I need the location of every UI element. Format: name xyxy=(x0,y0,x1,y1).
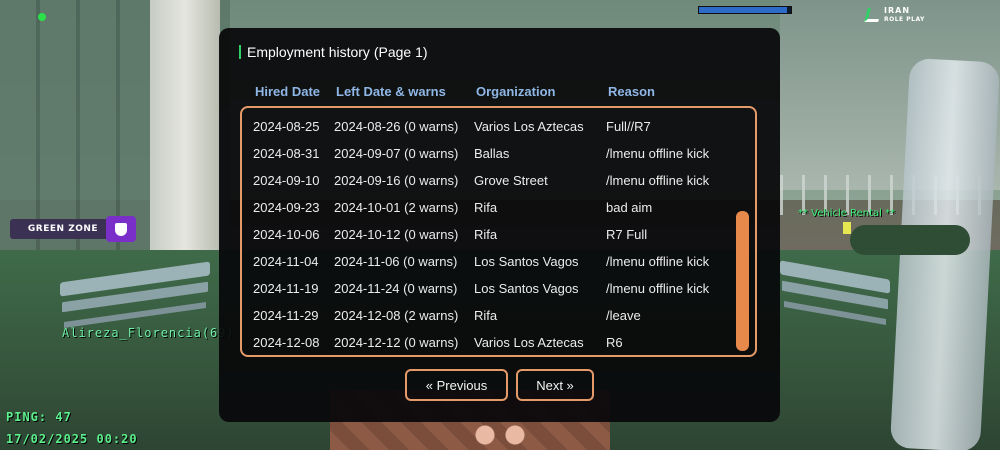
cell-reason: /lmenu offline kick xyxy=(606,281,710,296)
cell-hired-date: 2024-11-29 xyxy=(253,308,319,323)
datetime-readout: 17/02/2025 00:20 xyxy=(6,432,138,446)
server-logo: IRAN ROLE PLAY xyxy=(864,6,936,28)
cell-left-date: 2024-12-12 (0 warns) xyxy=(334,335,459,350)
cell-hired-date: 2024-11-19 xyxy=(253,281,319,296)
table-row[interactable]: 2024-12-08 2024-12-12 (0 warns) Varios Los… xyxy=(242,329,755,355)
shield-icon xyxy=(106,216,136,242)
cell-left-date: 2024-11-24 (0 warns) xyxy=(334,281,458,296)
next-page-button[interactable]: Next » xyxy=(516,369,594,401)
cell-organization: Los Santos Vagos xyxy=(474,281,579,296)
cell-organization: Rifa xyxy=(474,200,498,215)
zone-badge: GREEN ZONE xyxy=(10,219,116,239)
cell-reason: R7 Full xyxy=(606,227,648,242)
health-bar-fill xyxy=(699,7,788,13)
cell-hired-date: 2024-11-04 xyxy=(253,254,319,269)
cell-reason: /lmenu offline kick xyxy=(606,146,710,161)
table-row[interactable]: 2024-11-04 2024-11-06 (0 warns) Los Santos… xyxy=(242,248,755,275)
cell-left-date: 2024-10-01 (2 warns) xyxy=(334,200,459,215)
cell-left-date: 2024-10-12 (0 warns) xyxy=(334,227,459,242)
column-header-left-date: Left Date & warns xyxy=(336,84,446,99)
table-scrollbar[interactable] xyxy=(736,211,749,351)
column-header-organization: Organization xyxy=(476,84,556,99)
table-row[interactable]: 2024-11-29 2024-12-08 (2 warns) Rifa/leave xyxy=(242,302,755,329)
dialog-title: Employment history (Page 1) xyxy=(247,44,428,60)
cell-hired-date: 2024-09-10 xyxy=(253,173,320,188)
health-bar xyxy=(698,6,792,14)
cell-left-date: 2024-12-08 (2 warns) xyxy=(334,308,459,323)
table-row[interactable]: 2024-09-23 2024-10-01 (2 warns) Rifa bad ai… xyxy=(242,194,755,221)
table-row[interactable]: 2024-09-10 2024-09-16 (0 warns) Grove Stre… xyxy=(242,167,755,194)
table-row[interactable]: 2024-08-25 2024-08-26 (0 warns) Varios Los… xyxy=(242,113,755,140)
table-row[interactable]: 2024-10-06 2024-10-12 (0 warns) Rifa R7 Ful… xyxy=(242,221,755,248)
cell-reason: /lmenu offline kick xyxy=(606,254,710,269)
column-header-reason: Reason xyxy=(608,84,655,99)
previous-page-button[interactable]: « Previous xyxy=(405,369,508,401)
employment-history-dialog: Employment history (Page 1) Hired Date L… xyxy=(219,28,780,422)
server-logo-line1: IRAN xyxy=(884,6,911,15)
cell-left-date: 2024-09-07 (0 warns) xyxy=(334,146,459,161)
vehicle-rental-label: ** Vehicle Rental ** xyxy=(798,208,896,219)
cell-left-date: 2024-09-16 (0 warns) xyxy=(334,173,459,188)
player-character xyxy=(470,420,530,450)
column-header-hired-date: Hired Date xyxy=(255,84,321,99)
vehicle-rental-pickup-icon xyxy=(843,222,851,234)
cell-organization: Grove Street xyxy=(474,173,548,188)
player-nametag: Alireza_Florencia(69) xyxy=(62,326,235,340)
server-logo-line2: ROLE PLAY xyxy=(884,16,925,23)
cell-organization: Rifa xyxy=(474,308,498,323)
table-row[interactable]: 2024-08-31 2024-09-07 (0 warns) Ballas/lme… xyxy=(242,140,755,167)
status-dot-icon xyxy=(38,13,46,21)
history-table[interactable]: 2024-12-08 2024-12-12 (0 warns) Varios Los… xyxy=(240,106,757,357)
cell-organization: Ballas xyxy=(474,146,510,161)
cell-reason: /lmenu offline kick xyxy=(606,173,710,188)
cell-hired-date: 2024-10-06 xyxy=(253,227,320,242)
background-bush xyxy=(850,225,970,255)
cell-reason: bad aim xyxy=(606,200,653,215)
cell-organization: Los Santos Vagos xyxy=(474,254,579,269)
cell-organization: Rifa xyxy=(474,227,498,242)
dialog-title-wrap: Employment history (Page 1) xyxy=(239,44,428,60)
cell-reason: /leave xyxy=(606,308,641,323)
cell-hired-date: 2024-12-08 xyxy=(253,335,320,350)
ping-readout: PING: 47 xyxy=(6,410,72,424)
server-logo-icon xyxy=(864,8,882,22)
cell-left-date: 2024-11-06 (0 warns) xyxy=(334,254,458,269)
cell-hired-date: 2024-08-25 xyxy=(253,119,320,134)
cell-organization: Varios Los Aztecas xyxy=(474,119,584,134)
cell-left-date: 2024-08-26 (0 warns) xyxy=(334,119,459,134)
cell-reason: R6 xyxy=(606,335,623,350)
title-accent-bar xyxy=(239,45,241,59)
cell-hired-date: 2024-09-23 xyxy=(253,200,320,215)
cell-organization: Varios Los Aztecas xyxy=(474,335,584,350)
table-row[interactable]: 2024-11-19 2024-11-24 (0 warns) Los Santos… xyxy=(242,275,755,302)
cell-reason: Full//R7 xyxy=(606,119,651,134)
cell-hired-date: 2024-08-31 xyxy=(253,146,320,161)
